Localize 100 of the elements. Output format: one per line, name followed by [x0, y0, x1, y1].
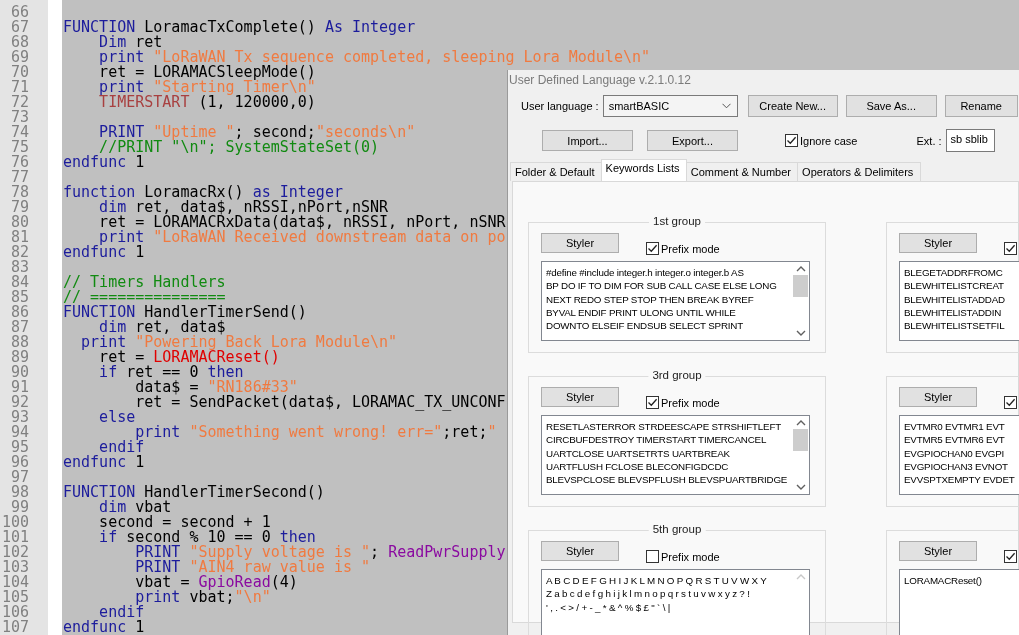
- line-number: 81: [10, 230, 29, 245]
- line-number: 94: [10, 425, 29, 440]
- line-number: 69: [10, 50, 29, 65]
- line-number: 84: [10, 275, 29, 290]
- group-title: 5th group: [648, 523, 706, 535]
- styler-button[interactable]: Styler: [899, 387, 977, 407]
- code-line: second = second + 1: [98, 513, 271, 531]
- line-number: 93: [10, 410, 29, 425]
- scroll-down-icon[interactable]: [795, 329, 806, 337]
- code-line: FUNCTION LoramacTxComplete() As Integer: [63, 18, 416, 36]
- code-line: print "Powering Back Lora Module\n": [80, 333, 398, 351]
- checkbox-label: Ignore case: [800, 134, 858, 147]
- tab[interactable]: Folder & Default: [510, 162, 602, 181]
- line-number: 91: [10, 380, 29, 395]
- line-number: 90: [10, 365, 29, 380]
- line-number: 74: [10, 125, 29, 140]
- line-number: 99: [10, 500, 29, 515]
- code-line: print "LoRaWAN Received downstream data on po: [99, 228, 506, 246]
- dialog-button[interactable]: Export...: [647, 130, 738, 151]
- checkbox[interactable]: [646, 242, 659, 255]
- line-number: 102: [1, 545, 29, 560]
- dialog-title: User Defined Language v.2.1.0.12: [509, 73, 691, 87]
- line-number: 82: [10, 245, 29, 260]
- line-number: 105: [1, 590, 29, 605]
- tab[interactable]: Keywords Lists: [600, 159, 687, 181]
- line-number: 77: [10, 170, 29, 185]
- line-number: 106: [1, 605, 29, 620]
- code-line: print "LoRaWAN Tx sequence completed, sleeping Lora Module\n": [98, 48, 650, 66]
- line-number: 72: [10, 95, 29, 110]
- line-number: 66: [10, 5, 29, 20]
- line-number: 97: [10, 470, 29, 485]
- code-line: endfunc 1: [63, 453, 145, 471]
- line-number: 96: [10, 455, 29, 470]
- line-number: 89: [10, 350, 29, 365]
- line-number: 98: [10, 485, 29, 500]
- line-number: 104: [1, 575, 29, 590]
- checkbox-label: Prefix mode: [661, 242, 720, 255]
- line-number: 101: [1, 530, 29, 545]
- scrollbar-thumb[interactable]: [793, 429, 808, 451]
- line-number: 107: [1, 620, 29, 635]
- keywords-field[interactable]: BLEGETADDRFROMC BLEWHITELISTCREAT BLEWHITELISTADDAD BLEWHITELISTADDIN BLEWHITELISTSETFIL: [899, 261, 1019, 341]
- keywords-field[interactable]: LORAMACReset(): [899, 569, 1019, 635]
- line-number: 85: [10, 290, 29, 305]
- code-line: endfunc 1: [63, 153, 145, 171]
- group-title: 3rd group: [648, 369, 706, 381]
- dialog-button[interactable]: Create New...: [747, 95, 838, 117]
- line-number: 76: [10, 155, 29, 170]
- code-line: if second % 10 == 0 then: [98, 528, 316, 546]
- dialog-button[interactable]: Rename: [944, 95, 1018, 117]
- line-number: 92: [10, 395, 29, 410]
- scroll-up-icon[interactable]: [795, 265, 806, 273]
- code-line: // ===============: [63, 288, 226, 306]
- styler-button[interactable]: Styler: [541, 233, 619, 253]
- code-line: data$ = "RN186#33": [134, 378, 298, 396]
- code-line: dim ret, data$: [99, 318, 226, 336]
- extension-field[interactable]: sb sblib: [945, 129, 995, 152]
- code-line: else: [98, 408, 136, 426]
- keywords-field[interactable]: RESETLASTERROR STRDEESCAPE STRSHIFTLEFT CIRCBUFDESTROY TIMERSTART TIMERCANCEL UARTCLOSE UARTSETRTS UARTBREAK UARTFLUSH FCLOSE BLECONFIGDCDC BLEVSPCLOSE BLEVSPFLUSH BLEVSPUARTBRIDGE: [541, 415, 810, 495]
- dialog-button[interactable]: Import...: [542, 130, 633, 151]
- line-number: 68: [10, 35, 29, 50]
- line-number: 87: [10, 320, 29, 335]
- code-line: dim vbat: [98, 498, 172, 516]
- checkbox[interactable]: [785, 134, 798, 147]
- language-dropdown[interactable]: smartBASIC: [602, 95, 738, 117]
- tab[interactable]: Operators & Delimiters: [797, 162, 921, 181]
- keywords-field[interactable]: EVTMR0 EVTMR1 EVT EVTMR5 EVTMR6 EVT EVGPIOCHAN0 EVGPI EVGPIOCHAN3 EVNOT EVVSPTXEMPTY EVDET: [899, 415, 1019, 495]
- checkbox[interactable]: [646, 396, 659, 409]
- line-number: 67: [10, 20, 29, 35]
- styler-button[interactable]: Styler: [541, 387, 619, 407]
- scroll-down-icon[interactable]: [795, 483, 806, 491]
- line-number: 70: [10, 65, 29, 80]
- line-number: 75: [10, 140, 29, 155]
- line-number: 86: [10, 305, 29, 320]
- line-number: 95: [10, 440, 29, 455]
- checkbox[interactable]: [1004, 396, 1017, 409]
- code-line: FUNCTION HandlerTimerSecond(): [63, 483, 325, 501]
- code-line: endfunc 1: [63, 618, 145, 635]
- scroll-up-icon[interactable]: [795, 419, 806, 427]
- scrollbar-thumb[interactable]: [793, 275, 808, 297]
- checkbox-label: Prefix mode: [661, 550, 720, 563]
- keywords-field[interactable]: #define #include integer.h integer.o integer.b AS BP DO IF TO DIM FOR SUB CALL CASE ELSE LONG NEXT REDO STEP STOP THEN BREAK BYREF BYVAL ENDIF PRINT ULONG UNTIL WHILE DOWNTO ELSEIF ENDSUB SELECT SPRINT: [541, 261, 810, 341]
- styler-button[interactable]: Styler: [541, 541, 619, 561]
- line-number: 80: [10, 215, 29, 230]
- line-number: 88: [10, 335, 29, 350]
- code-line: if ret == 0 then: [98, 363, 244, 381]
- dialog-button[interactable]: Save As...: [845, 95, 937, 117]
- line-number: 100: [1, 515, 29, 530]
- code-line: FUNCTION HandlerTimerSend(): [63, 303, 307, 321]
- group-title: 1st group: [649, 215, 705, 227]
- checkbox[interactable]: [1004, 550, 1017, 563]
- checkbox[interactable]: [646, 550, 659, 563]
- styler-button[interactable]: Styler: [899, 233, 977, 253]
- checkbox[interactable]: [1004, 242, 1017, 255]
- line-number: 73: [10, 110, 29, 125]
- line-number: 103: [1, 560, 29, 575]
- code-line: PRINT "Supply voltage is "; ReadPwrSupply: [134, 543, 506, 561]
- field-label: User language :: [521, 100, 599, 112]
- chevron-icon: [721, 103, 731, 109]
- styler-button[interactable]: Styler: [899, 541, 977, 561]
- code-line: PRINT "Uptime "; second;"seconds\n": [98, 123, 416, 141]
